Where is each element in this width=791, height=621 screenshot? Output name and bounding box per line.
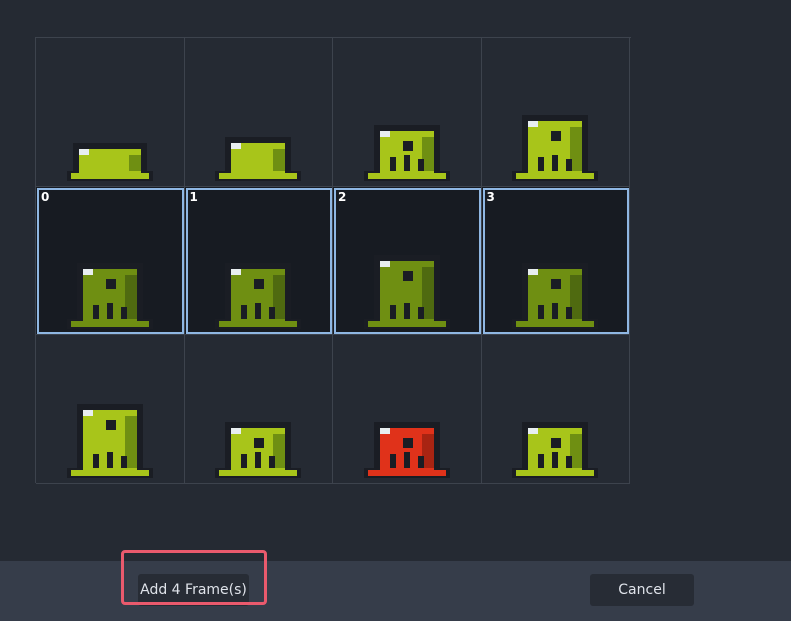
frame-index-label: 1 [189, 189, 198, 204]
frame-cell[interactable] [36, 335, 185, 484]
slime-sprite-icon [213, 400, 303, 480]
slime-sprite-icon [362, 103, 452, 183]
frame-cell[interactable] [481, 38, 630, 187]
slime-sprite-icon [362, 251, 452, 331]
slime-sprite-icon [362, 400, 452, 480]
frame-cell[interactable]: 3 [481, 186, 630, 335]
slime-sprite-icon [213, 103, 303, 183]
frame-cell[interactable]: 1 [184, 186, 333, 335]
slime-sprite-icon [510, 103, 600, 183]
frame-cell[interactable] [481, 335, 630, 484]
frame-cell[interactable] [333, 38, 482, 187]
frame-cell[interactable]: 0 [36, 186, 185, 335]
frame-index-label: 3 [486, 189, 495, 204]
slime-sprite-icon [510, 400, 600, 480]
frame-cell[interactable] [36, 38, 185, 187]
slime-sprite-icon [510, 251, 600, 331]
frame-index-label: 2 [338, 189, 347, 204]
slime-sprite-icon [213, 251, 303, 331]
slime-sprite-icon [65, 400, 155, 480]
frame-cell[interactable] [333, 335, 482, 484]
frame-cell[interactable] [184, 335, 333, 484]
slime-sprite-icon [65, 103, 155, 183]
frame-cell[interactable] [184, 38, 333, 187]
cancel-button[interactable]: Cancel [590, 574, 694, 606]
frame-selection-grid: 0 1 2 3 [35, 37, 631, 484]
add-frames-button[interactable]: Add 4 Frame(s) [138, 574, 249, 606]
frame-index-label: 0 [41, 189, 50, 204]
slime-sprite-icon [65, 251, 155, 331]
frame-cell[interactable]: 2 [333, 186, 482, 335]
